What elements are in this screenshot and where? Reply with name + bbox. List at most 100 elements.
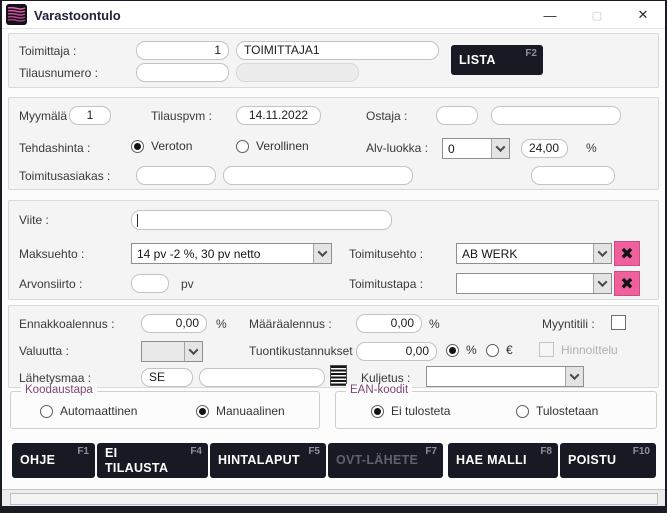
tilauspvm-label: Tilauspvm :	[151, 109, 212, 123]
lahetysmaa-code-field[interactable]: SE	[141, 368, 193, 387]
toimittaja-label: Toimittaja :	[19, 44, 76, 58]
toimitusehto-dropdown[interactable]: AB WERK	[456, 243, 612, 264]
arvonsiirto-field[interactable]	[131, 274, 169, 293]
myyntitili-checkbox[interactable]	[611, 315, 626, 330]
tuontikustannukset-euro-radio[interactable]: €	[486, 343, 513, 357]
ei-tilausta-button-fkey: F4	[190, 446, 202, 457]
supplier-section: Toimittaja : 1 TOIMITTAJA1 Tilausnumero …	[8, 33, 659, 88]
checkbox-icon	[539, 342, 554, 357]
hintalaput-button[interactable]: HINTALAPUT F5	[210, 443, 326, 478]
tehdashinta-label: Tehdashinta :	[19, 141, 90, 155]
poistu-button[interactable]: POISTU F10	[560, 443, 656, 478]
terms-section: Viite : Maksuehto : 14 pv -2 %, 30 pv ne…	[8, 200, 659, 300]
chevron-down-icon	[593, 244, 611, 263]
chevron-down-icon	[565, 367, 583, 386]
verollinen-radio[interactable]: Verollinen	[236, 139, 309, 153]
lista-button[interactable]: LISTA F2	[451, 45, 543, 75]
country-list-icon[interactable]	[330, 365, 347, 386]
hae-malli-button[interactable]: HAE MALLI F8	[448, 443, 558, 478]
veroton-radio[interactable]: Veroton	[131, 139, 192, 153]
minimize-button[interactable]: —	[533, 3, 567, 27]
hintalaput-button-fkey: F5	[308, 446, 320, 457]
chevron-down-icon	[313, 244, 331, 263]
maksuehto-value: 14 pv -2 %, 30 pv netto	[132, 244, 313, 263]
maksuehto-dropdown[interactable]: 14 pv -2 %, 30 pv netto	[131, 243, 332, 264]
automaattinen-radio[interactable]: Automaattinen	[40, 404, 137, 418]
ennakkoalennus-percent-sign: %	[216, 317, 227, 331]
text-caret	[137, 214, 138, 227]
viite-field[interactable]	[131, 210, 392, 230]
ostaja-name-field[interactable]	[491, 106, 621, 125]
toimitustapa-label: Toimitustapa :	[349, 277, 423, 291]
tilausnumero-id-field[interactable]	[136, 63, 229, 82]
automaattinen-radio-label: Automaattinen	[60, 404, 137, 418]
valuutta-label: Valuutta :	[19, 344, 69, 358]
lista-button-fkey: F2	[525, 48, 537, 59]
tilauspvm-field[interactable]: 14.11.2022	[236, 106, 321, 125]
radio-dot-icon	[196, 405, 209, 418]
koodaustapa-group-title: Koodaustapa	[21, 384, 97, 396]
toimitusasiakas-id-field[interactable]	[136, 166, 216, 185]
toimitusasiakas-name-field[interactable]	[223, 166, 413, 185]
status-field	[10, 493, 658, 505]
ei-tulosteta-radio[interactable]: Ei tulosteta	[371, 404, 450, 418]
alv-luokka-label: Alv-luokka :	[366, 141, 428, 155]
ean-group-title: EAN-koodit	[346, 384, 412, 396]
maaraalennus-field[interactable]: 0,00	[356, 314, 422, 333]
ovt-lahete-button-label: OVT-LÄHETE	[336, 453, 418, 468]
verollinen-radio-label: Verollinen	[256, 139, 309, 153]
ei-tilausta-button-label: EI TILAUSTA	[105, 446, 184, 476]
veroton-radio-label: Veroton	[151, 139, 192, 153]
tilausnumero-name-field	[236, 63, 359, 82]
euro-radio-label: €	[506, 343, 513, 357]
tuontikustannukset-percent-radio[interactable]: %	[446, 343, 477, 357]
toimittaja-name-field[interactable]: TOIMITTAJA1	[236, 41, 439, 60]
kuljetus-label: Kuljetus :	[361, 371, 410, 385]
manuaalinen-radio-label: Manuaalinen	[216, 404, 285, 418]
lahetysmaa-label: Lähetysmaa :	[19, 371, 91, 385]
clear-toimitustapa-button[interactable]: ✖	[614, 271, 640, 296]
alv-percent-sign: %	[586, 141, 597, 155]
kuljetus-dropdown[interactable]	[426, 366, 584, 387]
close-button[interactable]: ✕	[626, 3, 660, 27]
maksuehto-label: Maksuehto :	[19, 247, 84, 261]
ohje-button-fkey: F1	[77, 446, 89, 457]
radio-dot-icon	[371, 405, 384, 418]
toimitustapa-value	[457, 274, 593, 293]
hintalaput-button-label: HINTALAPUT	[218, 453, 300, 468]
tuontikustannukset-field[interactable]: 0,00	[356, 342, 437, 361]
lista-button-label: LISTA	[459, 53, 496, 68]
tuontikustannukset-label: Tuontikustannukset :	[249, 344, 359, 358]
window-border-left	[0, 0, 2, 513]
radio-dot-icon	[516, 405, 529, 418]
toimitustapa-dropdown[interactable]	[456, 273, 612, 294]
clear-toimitusehto-button[interactable]: ✖	[614, 241, 640, 266]
arvonsiirto-label: Arvonsiirto :	[19, 277, 82, 291]
status-bar	[2, 489, 665, 506]
radio-dot-icon	[446, 344, 459, 357]
tulostetaan-radio[interactable]: Tulostetaan	[516, 404, 598, 418]
hinnoittelu-label: Hinnoittelu	[561, 343, 618, 357]
lahetysmaa-name-field[interactable]	[199, 368, 325, 387]
ei-tilausta-button[interactable]: EI TILAUSTA F4	[97, 443, 208, 478]
koodaustapa-group: Koodaustapa Automaattinen Manuaalinen	[10, 391, 320, 429]
chevron-down-icon	[184, 342, 202, 361]
viite-label: Viite :	[19, 213, 49, 227]
ostaja-id-field[interactable]	[436, 106, 478, 125]
ohje-button[interactable]: OHJE F1	[12, 443, 95, 478]
kuljetus-value	[427, 367, 565, 386]
alv-percent-field[interactable]: 24,00	[521, 139, 568, 158]
myymala-field[interactable]: 1	[69, 106, 111, 125]
clear-x-icon: ✖	[620, 274, 633, 294]
window-border-bottom	[0, 506, 667, 513]
toimitusasiakas-extra-field[interactable]	[531, 166, 615, 185]
ostaja-label: Ostaja :	[366, 109, 407, 123]
radio-dot-icon	[131, 140, 144, 153]
alv-luokka-dropdown[interactable]: 0	[442, 138, 510, 159]
close-icon: ✕	[638, 7, 649, 23]
ean-koodit-group: EAN-koodit Ei tulosteta Tulostetaan	[335, 391, 657, 429]
ovt-lahete-button: OVT-LÄHETE F7	[328, 443, 443, 478]
ennakkoalennus-field[interactable]: 0,00	[141, 314, 207, 333]
toimittaja-id-field[interactable]: 1	[136, 41, 229, 60]
manuaalinen-radio[interactable]: Manuaalinen	[196, 404, 285, 418]
